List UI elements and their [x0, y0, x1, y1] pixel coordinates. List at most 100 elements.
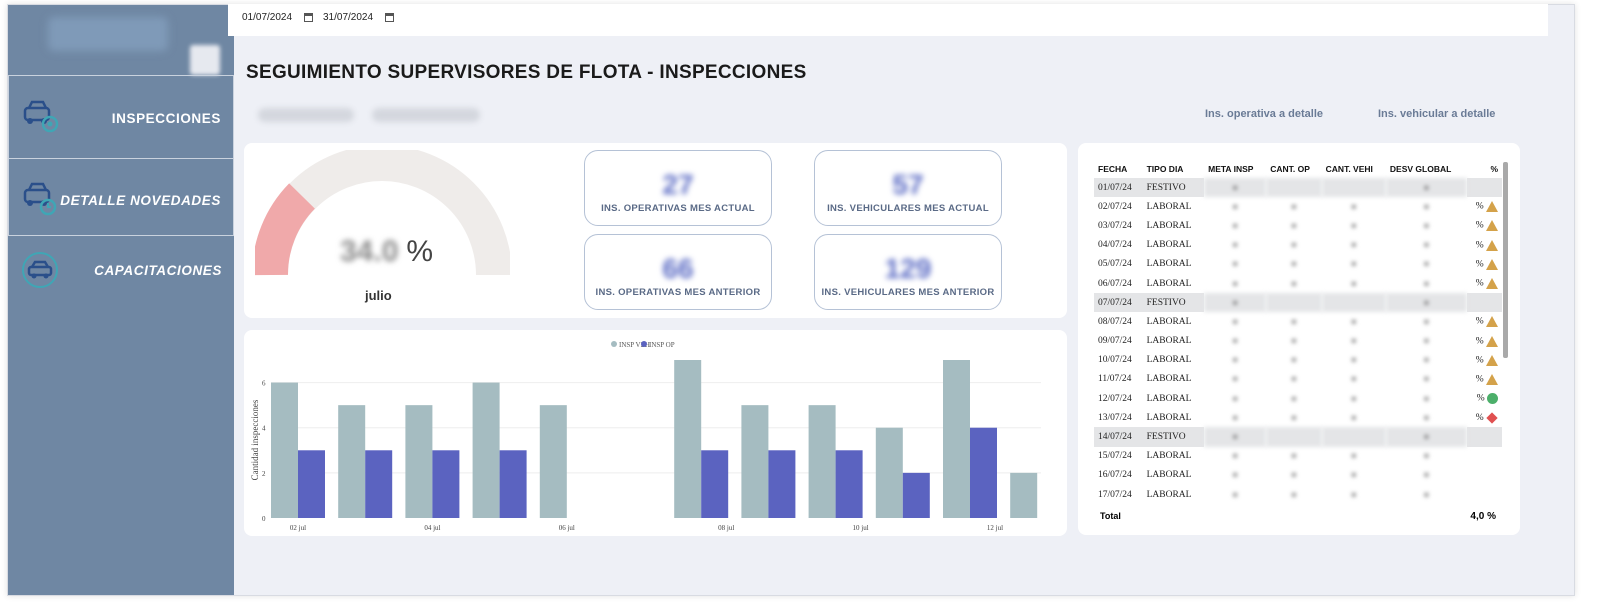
cell-tipo-dia: LABORAL: [1146, 201, 1192, 212]
date-to-value: 31/07/2024: [323, 12, 374, 23]
cell-blurred-value: ■: [1291, 221, 1297, 230]
cell-fecha: 03/07/24: [1098, 220, 1132, 231]
percent-symbol: %: [1475, 412, 1486, 423]
table-header-cell[interactable]: %: [1466, 160, 1502, 178]
table-header-cell[interactable]: DESV GLOBAL: [1385, 160, 1467, 178]
table-scrollbar[interactable]: [1503, 162, 1508, 358]
sidebar: INSPECCIONES DETALLE NOVEDADES CAPACITAC…: [8, 5, 234, 595]
table-header-cell[interactable]: CANT. VEHI: [1321, 160, 1386, 178]
bar-insp-veh: [674, 360, 702, 518]
table-row[interactable]: 17/07/24 LABORAL ■ ■ ■ ■: [1094, 485, 1502, 504]
gauge-month-label: julio: [365, 288, 392, 303]
cell-blurred-value: [1266, 293, 1322, 313]
table-row[interactable]: 03/07/24 LABORAL ■ ■ ■ ■%: [1094, 216, 1502, 235]
cell-blurred-value: ■: [1424, 221, 1429, 230]
cell-blurred-value: ■: [1424, 241, 1429, 250]
cell-blurred-value: ■: [1385, 293, 1467, 313]
sidebar-item-inspecciones[interactable]: INSPECCIONES: [8, 75, 234, 159]
page-title: SEGUIMIENTO SUPERVISORES DE FLOTA - INSP…: [246, 62, 807, 83]
bar-insp-op: [902, 472, 930, 518]
cell-blurred-value: ■: [1204, 293, 1267, 313]
calendar-icon[interactable]: [385, 13, 395, 22]
table-row[interactable]: 15/07/24 LABORAL ■ ■ ■ ■: [1094, 447, 1502, 466]
percent-symbol: %: [1475, 278, 1486, 289]
table-row[interactable]: 04/07/24 LABORAL ■ ■ ■ ■%: [1094, 236, 1502, 255]
cell-blurred-value: ■: [1351, 490, 1356, 499]
cell-blurred-value: ■: [1291, 413, 1297, 422]
table-row[interactable]: 11/07/24 LABORAL ■ ■ ■ ■%: [1094, 370, 1502, 389]
table-row[interactable]: 10/07/24 LABORAL ■ ■ ■ ■%: [1094, 351, 1502, 370]
table-row[interactable]: 01/07/24 FESTIVO ■ ■: [1094, 178, 1502, 198]
warning-triangle-icon: [1486, 354, 1498, 366]
percent-symbol: %: [1475, 355, 1486, 366]
cell-tipo-dia: FESTIVO: [1142, 178, 1205, 198]
cell-blurred-value: ■: [1351, 375, 1356, 384]
blurred-filter-button[interactable]: [258, 108, 354, 122]
table-row[interactable]: 02/07/24 LABORAL ■ ■ ■ ■%: [1094, 197, 1502, 216]
cell-percentage: %: [1467, 236, 1502, 255]
sidebar-item-label: INSPECCIONES: [111, 111, 221, 126]
kpi-ins-operativas-anterior: 66 INS. OPERATIVAS MES ANTERIOR: [584, 234, 772, 310]
blurred-filter-button[interactable]: [372, 108, 480, 122]
bar-insp-op: [365, 450, 393, 518]
date-to-field[interactable]: 31/07/2024: [323, 12, 395, 23]
cell-blurred-value: ■: [1291, 317, 1297, 326]
cell-tipo-dia: LABORAL: [1146, 336, 1192, 347]
inspections-table-container: FECHA TIPO DIA META INSP CANT. OP CANT. VEHI…: [1094, 160, 1502, 528]
kpi-ins-operativas-actual: 27 INS. OPERATIVAS MES ACTUAL: [584, 150, 772, 226]
legend-marker: [641, 341, 647, 347]
table-header-cell[interactable]: TIPO DIA: [1142, 160, 1205, 178]
date-from-field[interactable]: 01/07/2024: [242, 12, 314, 23]
cell-blurred-value: ■: [1424, 279, 1429, 288]
company-logo: [48, 17, 168, 51]
vehicular-detail-link[interactable]: Ins. vehicular a detalle: [1378, 108, 1495, 120]
cell-percentage: %: [1467, 389, 1502, 408]
bar-insp-op: [701, 450, 729, 518]
cell-blurred-value: ■: [1233, 279, 1238, 288]
inspections-table: FECHA TIPO DIA META INSP CANT. OP CANT. VEHI…: [1094, 160, 1502, 504]
cell-fecha: 08/07/24: [1098, 316, 1132, 327]
legend-marker: [611, 341, 617, 347]
cell-percentage: %: [1467, 312, 1502, 331]
table-row[interactable]: 16/07/24 LABORAL ■ ■ ■ ■: [1094, 466, 1502, 485]
cell-blurred-value: ■: [1233, 221, 1238, 230]
cell-blurred-value: ■: [1424, 394, 1429, 403]
cell-blurred-value: ■: [1351, 337, 1356, 346]
date-from-value: 01/07/2024: [242, 12, 293, 23]
car-circle-icon: [22, 252, 58, 288]
percent-symbol: %: [1475, 259, 1486, 270]
cell-fecha: 17/07/24: [1098, 489, 1132, 500]
kpi-caption: INS. OPERATIVAS MES ANTERIOR: [595, 287, 761, 298]
cell-blurred-value: ■: [1204, 178, 1267, 198]
table-header-cell[interactable]: FECHA: [1094, 160, 1143, 178]
cell-blurred-value: ■: [1233, 260, 1238, 269]
warning-triangle-icon: [1486, 335, 1498, 347]
green-circle-icon: [1487, 393, 1498, 405]
bar-insp-veh: [741, 405, 769, 518]
table-row[interactable]: 08/07/24 LABORAL ■ ■ ■ ■%: [1094, 312, 1502, 331]
table-row[interactable]: 13/07/24 LABORAL ■ ■ ■ ■%: [1094, 408, 1502, 427]
percent-symbol: %: [1475, 317, 1486, 328]
table-header-cell[interactable]: CANT. OP: [1266, 160, 1322, 178]
operativa-detail-link[interactable]: Ins. operativa a detalle: [1205, 108, 1323, 120]
warning-triangle-icon: [1486, 373, 1498, 385]
table-header-cell[interactable]: META INSP: [1204, 160, 1267, 178]
cell-fecha: 07/07/24: [1094, 293, 1143, 313]
kpi-value: 129: [884, 253, 932, 284]
cell-blurred-value: [1321, 427, 1386, 447]
table-row[interactable]: 07/07/24 FESTIVO ■ ■: [1094, 293, 1502, 313]
sidebar-item-label: CAPACITACIONES: [94, 263, 222, 278]
cell-blurred-value: ■: [1424, 490, 1429, 499]
table-row[interactable]: 12/07/24 LABORAL ■ ■ ■ ■%: [1094, 389, 1502, 408]
table-row[interactable]: 09/07/24 LABORAL ■ ■ ■ ■%: [1094, 332, 1502, 351]
table-row[interactable]: 14/07/24 FESTIVO ■ ■: [1094, 427, 1502, 447]
calendar-icon[interactable]: [304, 13, 314, 22]
sidebar-item-detalle-novedades[interactable]: DETALLE NOVEDADES: [8, 158, 234, 236]
sidebar-item-capacitaciones[interactable]: CAPACITACIONES: [8, 245, 234, 295]
cell-tipo-dia: LABORAL: [1146, 451, 1192, 462]
table-row[interactable]: 06/07/24 LABORAL ■ ■ ■ ■%: [1094, 274, 1502, 293]
cell-blurred-value: ■: [1351, 260, 1356, 269]
cell-blurred-value: ■: [1233, 241, 1238, 250]
legend-label: INSP OP: [649, 341, 675, 349]
table-row[interactable]: 05/07/24 LABORAL ■ ■ ■ ■%: [1094, 255, 1502, 274]
